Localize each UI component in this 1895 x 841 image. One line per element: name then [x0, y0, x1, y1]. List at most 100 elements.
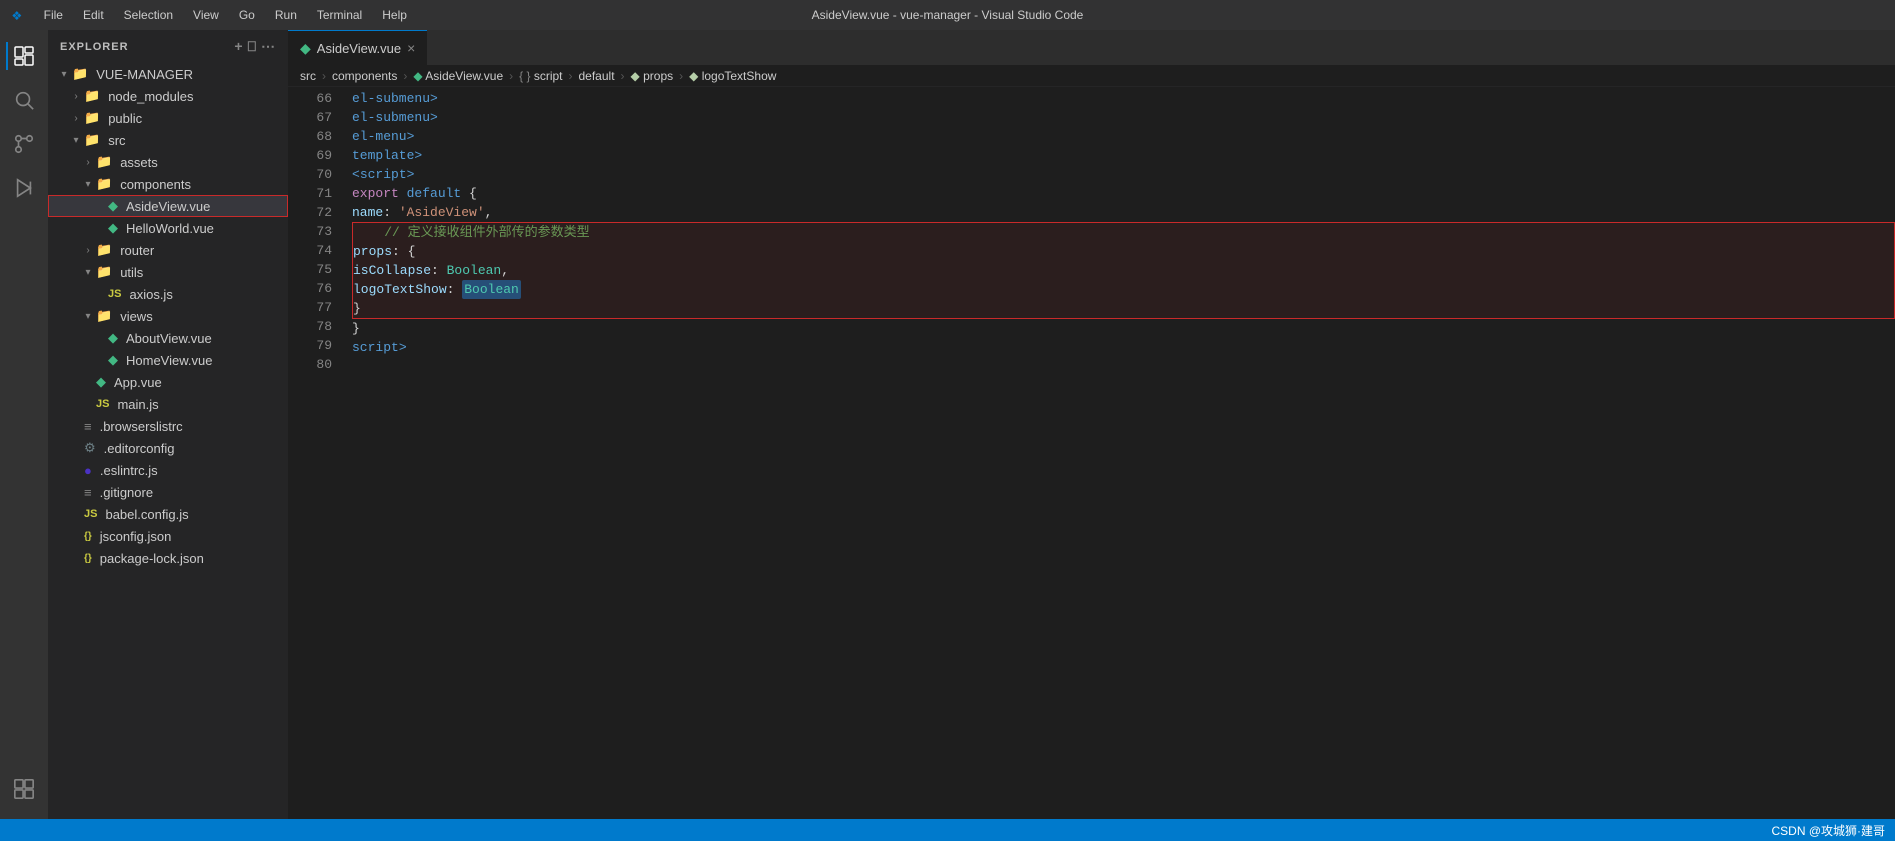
- code-line-79: script>: [352, 338, 1895, 357]
- eslint-icon: ●: [84, 463, 92, 478]
- more-options-icon[interactable]: ⋯: [261, 38, 276, 55]
- tree-item-app-vue[interactable]: ◆App.vue: [48, 371, 288, 393]
- json-icon: {}: [84, 553, 92, 564]
- tree-item-axios-js[interactable]: JSaxios.js: [48, 283, 288, 305]
- tree-item-assets[interactable]: ›📁assets: [48, 151, 288, 173]
- source-control-activity-icon[interactable]: [6, 126, 42, 162]
- code-content[interactable]: el-submenu> el-submenu> el-menu>template…: [340, 87, 1895, 819]
- vue-icon: ◆: [108, 220, 118, 236]
- line-number-68: 68: [288, 127, 332, 146]
- tree-item-node-modules[interactable]: ›📁node_modules: [48, 85, 288, 107]
- window-title: AsideView.vue - vue-manager - Visual Stu…: [812, 8, 1084, 22]
- tab-bar: ◆ AsideView.vue ×: [288, 30, 1895, 65]
- line-number-76: 76: [288, 279, 332, 298]
- tree-item-package-lock-json[interactable]: {}package-lock.json: [48, 547, 288, 569]
- sidebar-header: EXPLORER + ⎕ ⋯: [48, 30, 288, 63]
- menu-item-view[interactable]: View: [185, 6, 227, 24]
- menu-item-terminal[interactable]: Terminal: [309, 6, 370, 24]
- code-line-76: logoTextShow: Boolean: [352, 280, 1895, 299]
- tree-item-label: .eslintrc.js: [100, 463, 158, 478]
- tab-close-button[interactable]: ×: [407, 40, 415, 56]
- title-bar: ❖ FileEditSelectionViewGoRunTerminalHelp…: [0, 0, 1895, 30]
- folder-icon: 📁: [96, 242, 112, 258]
- breadcrumb-separator-2: ›: [509, 69, 513, 83]
- menu-item-selection[interactable]: Selection: [116, 6, 181, 24]
- folder-icon: 📁: [84, 132, 100, 148]
- code-line-67: el-submenu>: [352, 108, 1895, 127]
- js-icon: JS: [108, 288, 121, 300]
- breadcrumb-item-2[interactable]: ◆ AsideView.vue: [413, 69, 503, 83]
- code-line-72: name: 'AsideView',: [352, 203, 1895, 222]
- tree-item-helloworld-vue[interactable]: ◆ HelloWorld.vue: [48, 217, 288, 239]
- tree-item-babel-config-js[interactable]: JSbabel.config.js: [48, 503, 288, 525]
- breadcrumb-separator-0: ›: [322, 69, 326, 83]
- folder-icon: 📁: [84, 88, 100, 104]
- tree-item-label: AboutView.vue: [126, 331, 212, 346]
- main-layout: EXPLORER + ⎕ ⋯ ▾📁VUE-MANAGER›📁node_modul…: [0, 30, 1895, 819]
- vue-icon: ◆: [108, 330, 118, 346]
- tree-item--editorconfig[interactable]: ⚙.editorconfig: [48, 437, 288, 459]
- tree-item-public[interactable]: ›📁public: [48, 107, 288, 129]
- tree-item-components[interactable]: ▾📁components: [48, 173, 288, 195]
- breadcrumb-item-3[interactable]: { } script: [519, 69, 562, 83]
- tree-item-label: components: [120, 177, 191, 192]
- breadcrumb-item-1[interactable]: components: [332, 69, 397, 83]
- tree-item-views[interactable]: ▾📁views: [48, 305, 288, 327]
- line-numbers: 666768697071727374757677787980: [288, 87, 340, 819]
- tree-item-label: babel.config.js: [105, 507, 188, 522]
- extensions-activity-icon[interactable]: [6, 771, 42, 807]
- menu-item-run[interactable]: Run: [267, 6, 305, 24]
- active-tab[interactable]: ◆ AsideView.vue ×: [288, 30, 427, 65]
- tree-item-router[interactable]: ›📁 router: [48, 239, 288, 261]
- line-number-80: 80: [288, 355, 332, 374]
- tree-item-src[interactable]: ▾📁src: [48, 129, 288, 151]
- breadcrumb-separator-4: ›: [621, 69, 625, 83]
- tree-item--eslintrc-js[interactable]: ● .eslintrc.js: [48, 459, 288, 481]
- tree-item-asideview-vue[interactable]: ◆AsideView.vue: [48, 195, 288, 217]
- js-icon: JS: [96, 398, 109, 410]
- git-icon: ≡: [84, 485, 92, 500]
- menu-item-help[interactable]: Help: [374, 6, 415, 24]
- breadcrumb-item-6[interactable]: ◆ logoTextShow: [689, 69, 776, 83]
- tab-vue-icon: ◆: [300, 40, 311, 57]
- editor-area: ◆ AsideView.vue × src › components › ◆ Aside…: [288, 30, 1895, 819]
- json-icon: {}: [84, 531, 92, 542]
- tree-item-utils[interactable]: ▾📁utils: [48, 261, 288, 283]
- run-activity-icon[interactable]: [6, 170, 42, 206]
- folder-icon: 📁: [84, 110, 100, 126]
- menu-item-edit[interactable]: Edit: [75, 6, 112, 24]
- vscode-logo: ❖: [12, 5, 22, 25]
- menu-bar: FileEditSelectionViewGoRunTerminalHelp: [36, 6, 415, 24]
- tree-item-label: jsconfig.json: [100, 529, 172, 544]
- tree-item-label: router: [120, 243, 154, 258]
- code-line-73: // 定义接收组件外部传的参数类型: [352, 222, 1895, 242]
- line-number-71: 71: [288, 184, 332, 203]
- sidebar-tree: ▾📁VUE-MANAGER›📁node_modules›📁public▾📁src…: [48, 63, 288, 819]
- breadcrumb-item-0[interactable]: src: [300, 69, 316, 83]
- code-line-69: template>: [352, 146, 1895, 165]
- tree-item-aboutview-vue[interactable]: ◆ AboutView.vue: [48, 327, 288, 349]
- tree-item--browserslistrc[interactable]: ≡.browserslistrc: [48, 415, 288, 437]
- explorer-activity-icon[interactable]: [6, 38, 42, 74]
- tree-item-jsconfig-json[interactable]: {} jsconfig.json: [48, 525, 288, 547]
- menu-item-go[interactable]: Go: [231, 6, 263, 24]
- vue-icon: ◆: [108, 352, 118, 368]
- breadcrumb-item-4[interactable]: default: [579, 69, 615, 83]
- line-number-67: 67: [288, 108, 332, 127]
- tree-item-vue-manager[interactable]: ▾📁VUE-MANAGER: [48, 63, 288, 85]
- tree-item-homeview-vue[interactable]: ◆HomeView.vue: [48, 349, 288, 371]
- tree-arrow: ›: [80, 245, 96, 256]
- tab-label: AsideView.vue: [317, 41, 401, 56]
- menu-item-file[interactable]: File: [36, 6, 71, 24]
- tree-item--gitignore[interactable]: ≡.gitignore: [48, 481, 288, 503]
- vue-icon: ◆: [108, 198, 118, 214]
- code-line-77: }: [352, 299, 1895, 319]
- folder-icon: 📁: [96, 264, 112, 280]
- tree-item-main-js[interactable]: JSmain.js: [48, 393, 288, 415]
- new-folder-icon[interactable]: ⎕: [248, 38, 257, 55]
- breadcrumb-item-5[interactable]: ◆ props: [631, 69, 674, 83]
- line-number-79: 79: [288, 336, 332, 355]
- tree-item-label: HelloWorld.vue: [126, 221, 214, 236]
- new-file-icon[interactable]: +: [234, 38, 243, 55]
- search-activity-icon[interactable]: [6, 82, 42, 118]
